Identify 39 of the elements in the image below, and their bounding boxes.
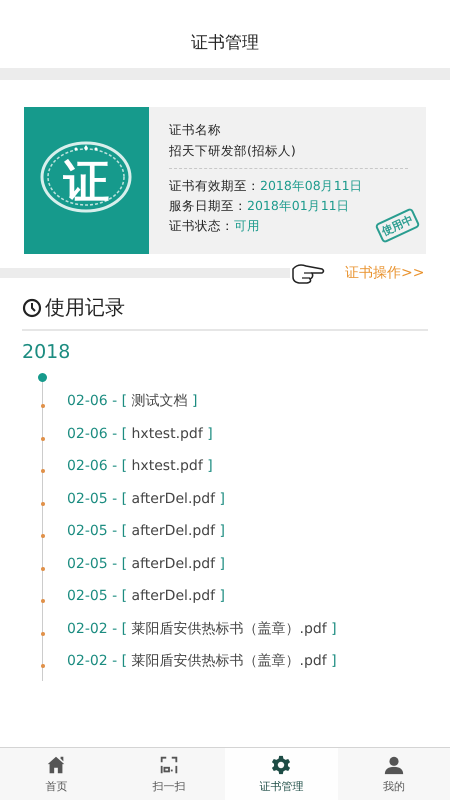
field-label: 服务日期至：: [169, 198, 247, 213]
timeline-dot: [41, 436, 45, 440]
timeline-dot: [41, 502, 45, 506]
year-label: 2018: [22, 341, 72, 363]
section-title: 使用记录: [45, 294, 125, 321]
certificate-name-label: 证书名称: [169, 121, 222, 139]
timeline-dot: [41, 566, 45, 570]
record-entry[interactable]: 02-06 - [ hxtest.pdf ]: [67, 458, 213, 474]
field-label: 证书有效期至：: [169, 178, 260, 193]
timeline-dot: [41, 469, 45, 473]
tab-item[interactable]: 扫一扫: [112, 748, 225, 800]
timeline-dot: [41, 664, 45, 668]
tab-item[interactable]: 首页: [0, 748, 112, 800]
timeline-dot: [41, 599, 45, 603]
record-entry[interactable]: 02-05 - [ afterDel.pdf ]: [67, 523, 226, 540]
record-entry[interactable]: 02-05 - [ afterDel.pdf ]: [67, 490, 226, 507]
certificate-name: 招天下研发部(招标人): [169, 142, 297, 160]
record-entry[interactable]: 02-02 - [ 莱阳盾安供热标书（盖章）.pdf ]: [67, 620, 337, 638]
record-entry[interactable]: 02-06 - [ 测试文档 ]: [67, 392, 198, 410]
status-stamp: 使用中: [374, 207, 421, 244]
field-value: 2018年01月11日: [247, 198, 350, 213]
record-entry[interactable]: 02-05 - [ afterDel.pdf ]: [67, 588, 226, 604]
clock-icon: [22, 298, 42, 318]
record-entry[interactable]: 02-05 - [ afterDel.pdf ]: [67, 556, 226, 572]
timeline-dot: [41, 534, 45, 538]
page-title: 证书管理: [191, 32, 259, 55]
tab-item[interactable]: 证书管理: [225, 748, 338, 800]
timeline-start-dot: [38, 373, 47, 382]
gear-icon: [270, 754, 292, 776]
field-value: 可用: [234, 218, 260, 233]
record-entry[interactable]: 02-02 - [ 莱阳盾安供热标书（盖章）.pdf ]: [67, 652, 337, 670]
person-icon: [382, 754, 405, 776]
field-value: 2018年08月11日: [260, 178, 363, 193]
field-label: 证书状态：: [169, 218, 234, 233]
seal-character: 证: [64, 158, 110, 204]
timeline-dot: [41, 632, 45, 636]
record-entry[interactable]: 02-06 - [ hxtest.pdf ]: [67, 426, 213, 442]
tab-item[interactable]: 我的: [338, 748, 450, 800]
timeline-dot: [41, 404, 45, 408]
